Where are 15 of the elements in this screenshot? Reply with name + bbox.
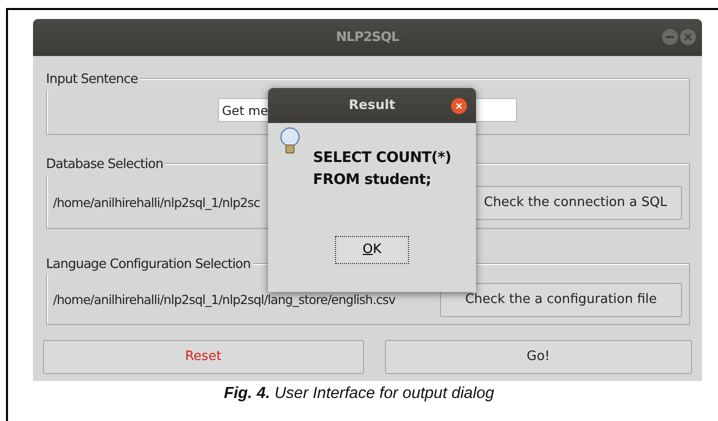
reset-button[interactable]: Reset xyxy=(43,340,364,374)
dialog-title: Result xyxy=(348,96,396,115)
sql-result-text: SELECT COUNT(*) FROM student; xyxy=(313,149,452,190)
close-button[interactable] xyxy=(451,98,467,114)
go-button[interactable]: Go! xyxy=(384,340,692,374)
database-path: /home/anilhirehalli/nlp2sql_1/nlp2sc xyxy=(53,194,260,212)
group-label: Input Sentence xyxy=(46,70,140,90)
group-label: Database Selection xyxy=(46,155,166,174)
language-file-path: /home/anilhirehalli/nlp2sql_1/nlp2sql/lang_store/english.csv xyxy=(53,290,396,309)
figure-caption: Fig. 4. User Interface for output dialog xyxy=(222,384,496,404)
check-configuration-button[interactable]: Check the a configuration file xyxy=(440,283,682,317)
minimize-button[interactable] xyxy=(662,29,678,45)
group-label: Language Configuration Selection xyxy=(46,255,252,274)
window-title: NLP2SQL xyxy=(336,28,399,47)
ok-button[interactable]: OK xyxy=(335,236,409,264)
